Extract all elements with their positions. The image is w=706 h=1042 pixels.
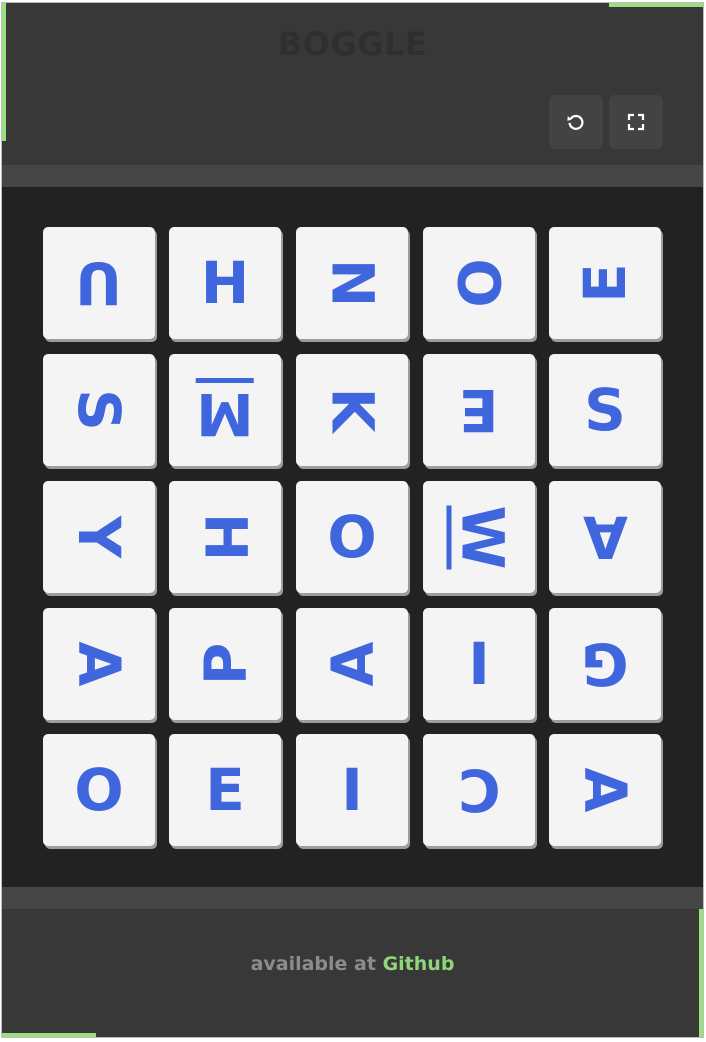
fullscreen-icon — [627, 113, 645, 131]
letter-tile[interactable]: S — [549, 354, 661, 466]
tile-letter: S — [584, 376, 626, 444]
tile-letter: A — [317, 641, 386, 687]
tile-letter: M — [196, 377, 254, 448]
tile-letter: I — [468, 630, 490, 698]
tile-letter: A — [582, 503, 628, 571]
github-link[interactable]: Github — [383, 953, 455, 975]
letter-tile[interactable]: A — [43, 608, 155, 720]
tile-letter: G — [581, 630, 629, 698]
letter-tile[interactable]: E — [549, 227, 661, 339]
letter-tile[interactable]: G — [549, 608, 661, 720]
tile-letter: E — [205, 756, 245, 824]
letter-tile[interactable]: E — [423, 354, 535, 466]
letter-tile[interactable]: E — [169, 734, 281, 846]
letter-tile[interactable]: H — [169, 227, 281, 339]
tile-letter: C — [457, 756, 501, 824]
letter-tile[interactable]: M — [169, 354, 281, 466]
letter-tile[interactable]: A — [549, 481, 661, 593]
letter-tile[interactable]: K — [296, 354, 408, 466]
tile-letter: O — [74, 756, 124, 824]
fullscreen-button[interactable] — [609, 95, 663, 149]
footer-text: available at — [250, 953, 383, 975]
letter-tile[interactable]: C — [423, 734, 535, 846]
letter-tile[interactable]: W — [423, 481, 535, 593]
tile-letter: P — [190, 642, 259, 686]
letter-tile[interactable]: I — [423, 608, 535, 720]
letter-tile[interactable]: S — [43, 354, 155, 466]
tile-letter: Y — [65, 516, 133, 558]
tile-letter: A — [64, 641, 133, 687]
letter-tile[interactable]: Y — [43, 481, 155, 593]
corner-accent — [609, 3, 703, 7]
letter-tile[interactable]: H — [169, 481, 281, 593]
tile-letter: W — [446, 505, 517, 569]
tile-letter: N — [317, 258, 386, 308]
letter-tile[interactable]: A — [296, 608, 408, 720]
game-title: BOGGLE — [277, 25, 428, 63]
tile-letter: S — [65, 389, 133, 431]
letter-tile[interactable]: O — [296, 481, 408, 593]
tile-letter: U — [75, 249, 123, 317]
divider — [2, 887, 703, 909]
game-window: BOGGLE UHNOESMKESYHOWAAPAIGOEICA availab… — [1, 2, 704, 1038]
tile-letter: O — [327, 503, 377, 571]
corner-accent — [2, 1033, 96, 1037]
letter-tile[interactable]: O — [43, 734, 155, 846]
letter-tile[interactable]: A — [549, 734, 661, 846]
restart-icon — [567, 114, 584, 130]
footer: available at Github — [2, 953, 703, 975]
letter-tile[interactable]: O — [423, 227, 535, 339]
restart-button[interactable] — [549, 95, 603, 149]
divider — [2, 165, 703, 187]
letter-tile[interactable]: I — [296, 734, 408, 846]
tile-letter: I — [341, 756, 363, 824]
letter-tile[interactable]: N — [296, 227, 408, 339]
tile-letter: E — [571, 263, 639, 303]
tile-letter: H — [200, 249, 250, 317]
letter-tile[interactable]: P — [169, 608, 281, 720]
tile-letter: O — [445, 258, 513, 308]
tile-letter: H — [190, 512, 259, 562]
tile-letter: E — [459, 376, 499, 444]
boggle-board: UHNOESMKESYHOWAAPAIGOEICA — [2, 187, 703, 887]
corner-accent — [2, 3, 6, 141]
tile-letter: A — [570, 767, 639, 813]
letter-tile[interactable]: U — [43, 227, 155, 339]
tile-letter: K — [317, 387, 386, 433]
